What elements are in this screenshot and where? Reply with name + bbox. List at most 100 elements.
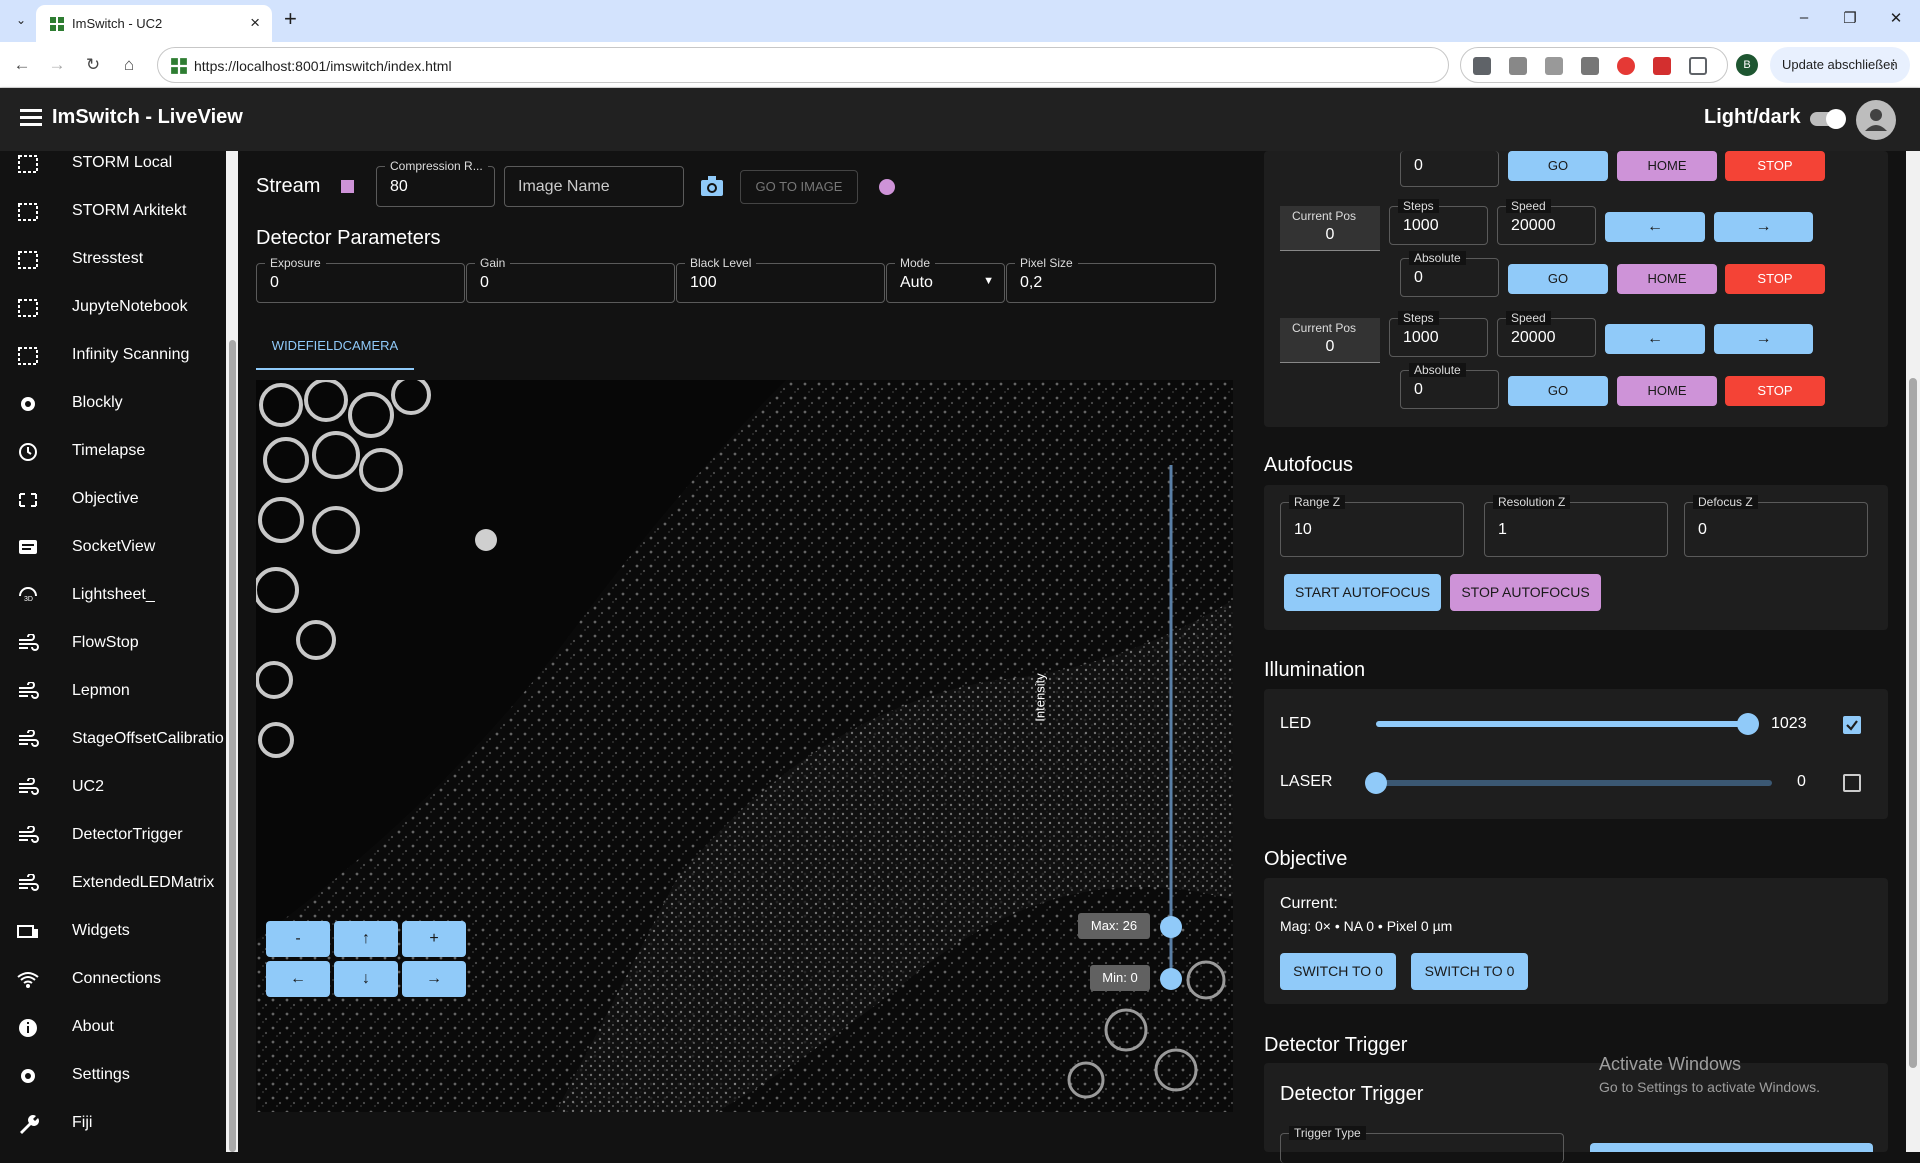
- switch-objective-button-1[interactable]: SWITCH TO 0: [1280, 953, 1396, 990]
- stop-button-top[interactable]: STOP: [1725, 151, 1825, 181]
- intensity-max-thumb[interactable]: [1160, 916, 1182, 938]
- menu-icon[interactable]: [20, 109, 42, 127]
- camera-extension-icon[interactable]: [1509, 57, 1527, 75]
- account-avatar-icon[interactable]: [1856, 100, 1896, 140]
- sidebar-item[interactable]: Connections: [0, 956, 228, 1004]
- sidebar-item[interactable]: Widgets: [0, 908, 228, 956]
- browser-tab[interactable]: ImSwitch - UC2 ×: [36, 5, 272, 42]
- window-close-icon[interactable]: ✕: [1884, 9, 1908, 27]
- sidebar-item[interactable]: StageOffsetCalibratio: [0, 716, 228, 764]
- theme-toggle[interactable]: [1810, 109, 1846, 129]
- go-button-top[interactable]: GO: [1508, 151, 1608, 181]
- sidebar-scrollbar-thumb[interactable]: [229, 340, 236, 1152]
- sidebar-item[interactable]: Stresstest: [0, 236, 228, 284]
- stop-button[interactable]: STOP: [1725, 376, 1825, 406]
- stage-up-button[interactable]: ↑: [334, 921, 398, 957]
- exposure-field[interactable]: Exposure 0: [256, 256, 465, 303]
- led-enable-checkbox[interactable]: [1843, 716, 1861, 734]
- go-button[interactable]: GO: [1508, 376, 1608, 406]
- sidebar-item[interactable]: 3D Lightsheet_: [0, 572, 228, 620]
- resolution-z-field[interactable]: Resolution Z 1: [1484, 495, 1668, 557]
- speed-field[interactable]: Speed 20000: [1497, 311, 1596, 357]
- led-slider-track[interactable]: [1376, 713, 1759, 735]
- home-button[interactable]: HOME: [1617, 376, 1717, 406]
- pixel-size-field[interactable]: Pixel Size 0,2: [1006, 256, 1216, 303]
- extension-icon[interactable]: [1473, 57, 1491, 75]
- tab-widefieldcamera[interactable]: WIDEFIELDCAMERA: [256, 336, 414, 370]
- mode-select[interactable]: Mode Auto ▼: [886, 256, 1005, 303]
- move-right-button[interactable]: →: [1714, 212, 1813, 242]
- new-tab-icon[interactable]: +: [284, 6, 297, 32]
- sidebar-item[interactable]: FlowStop: [0, 620, 228, 668]
- laser-enable-checkbox[interactable]: [1843, 774, 1861, 792]
- move-left-button[interactable]: ←: [1605, 324, 1705, 354]
- laser-slider-track[interactable]: [1365, 772, 1772, 794]
- stop-button[interactable]: STOP: [1725, 264, 1825, 294]
- forward-icon[interactable]: →: [44, 52, 70, 78]
- sidebar-item[interactable]: SocketView: [0, 524, 228, 572]
- compression-rate-field[interactable]: Compression R... 80: [376, 159, 495, 207]
- camera-snap-icon[interactable]: [700, 175, 724, 197]
- switch-objective-button-2[interactable]: SWITCH TO 0: [1411, 953, 1528, 990]
- sidebar-item[interactable]: Blockly: [0, 380, 228, 428]
- back-icon[interactable]: ←: [9, 52, 35, 78]
- gain-field[interactable]: Gain 0: [466, 256, 675, 303]
- stream-stop-toggle[interactable]: [341, 180, 354, 193]
- sidebar-item[interactable]: ExtendedLEDMatrix: [0, 860, 228, 908]
- sidebar-item[interactable]: DetectorTrigger: [0, 812, 228, 860]
- stage-z-plus-button[interactable]: +: [402, 921, 466, 957]
- absolute-position-field-top[interactable]: 0: [1400, 151, 1499, 187]
- live-camera-image[interactable]: Intensity Max: 26 Min: 0 - ↑ + ← ↓ →: [256, 380, 1233, 1112]
- update-button[interactable]: Update abschließen ⋮: [1770, 47, 1910, 83]
- trigger-action-button[interactable]: [1590, 1143, 1873, 1152]
- home-button[interactable]: HOME: [1617, 264, 1717, 294]
- sidebar-item[interactable]: UC2: [0, 764, 228, 812]
- sidebar-item[interactable]: Timelapse: [0, 428, 228, 476]
- megaphone-extension-icon[interactable]: [1653, 57, 1671, 75]
- sidebar-item[interactable]: JupyteNotebook: [0, 284, 228, 332]
- tab-close-icon[interactable]: ×: [250, 13, 260, 33]
- intensity-min-thumb[interactable]: [1160, 968, 1182, 990]
- sidebar-item[interactable]: Fiji: [0, 1100, 228, 1148]
- main-scrollbar-thumb[interactable]: [1909, 378, 1917, 1068]
- kebab-menu-icon[interactable]: ⋮: [1887, 47, 1900, 83]
- reload-icon[interactable]: ↻: [80, 52, 106, 78]
- stage-right-button[interactable]: →: [402, 961, 466, 997]
- sidebar-item[interactable]: STORM Arkitekt: [0, 188, 228, 236]
- move-left-button[interactable]: ←: [1605, 212, 1705, 242]
- go-to-image-button[interactable]: GO TO IMAGE: [740, 170, 858, 204]
- sidebar-item[interactable]: About: [0, 1004, 228, 1052]
- start-autofocus-button[interactable]: START AUTOFOCUS: [1284, 574, 1441, 611]
- sidebar-item[interactable]: Lepmon: [0, 668, 228, 716]
- home-icon[interactable]: ⌂: [116, 52, 142, 78]
- led-slider-thumb[interactable]: [1737, 713, 1759, 735]
- url-bar[interactable]: https://localhost:8001/imswitch/index.ht…: [157, 47, 1449, 83]
- stage-z-minus-button[interactable]: -: [266, 921, 330, 957]
- laser-slider-thumb[interactable]: [1365, 772, 1387, 794]
- media-extension-icon[interactable]: [1581, 57, 1599, 75]
- steps-field[interactable]: Steps 1000: [1389, 311, 1488, 357]
- trigger-type-select[interactable]: Trigger Type: [1280, 1126, 1564, 1163]
- absolute-position-field[interactable]: Absolute 0: [1400, 363, 1499, 409]
- black-level-field[interactable]: Black Level 100: [676, 256, 885, 303]
- sidebar-item[interactable]: STORM Local: [0, 151, 228, 188]
- range-z-field[interactable]: Range Z 10: [1280, 495, 1464, 557]
- sidebar-item[interactable]: Settings: [0, 1052, 228, 1100]
- go-button[interactable]: GO: [1508, 264, 1608, 294]
- absolute-position-field[interactable]: Absolute 0: [1400, 251, 1499, 297]
- image-name-input[interactable]: Image Name: [504, 166, 684, 207]
- stage-left-button[interactable]: ←: [266, 961, 330, 997]
- puzzle-extensions-icon[interactable]: [1689, 57, 1707, 75]
- home-button-top[interactable]: HOME: [1617, 151, 1717, 181]
- minimize-icon[interactable]: –: [1792, 9, 1816, 26]
- steps-field[interactable]: Steps 1000: [1389, 199, 1488, 245]
- opera-extension-icon[interactable]: [1617, 57, 1635, 75]
- move-right-button[interactable]: →: [1714, 324, 1813, 354]
- cast-extension-icon[interactable]: [1545, 57, 1563, 75]
- tab-search-chevron-icon[interactable]: ⌄: [10, 9, 32, 31]
- profile-avatar[interactable]: B: [1736, 54, 1758, 76]
- speed-field[interactable]: Speed 20000: [1497, 199, 1596, 245]
- stop-autofocus-button[interactable]: STOP AUTOFOCUS: [1450, 574, 1601, 611]
- sidebar-item[interactable]: Infinity Scanning: [0, 332, 228, 380]
- defocus-z-field[interactable]: Defocus Z 0: [1684, 495, 1868, 557]
